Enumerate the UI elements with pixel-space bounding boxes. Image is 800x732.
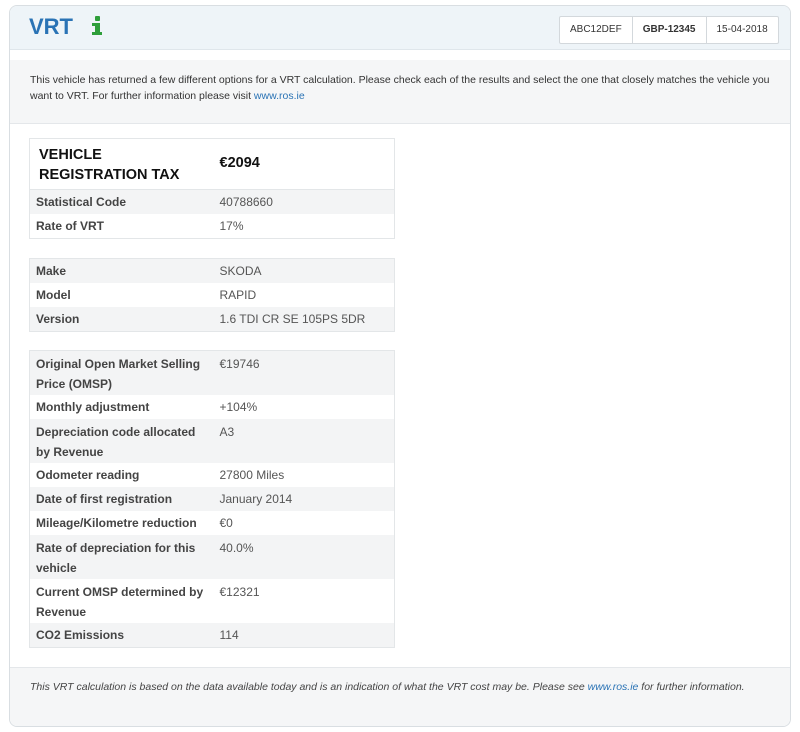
info-icon[interactable] <box>91 15 103 37</box>
row-value: SKODA <box>211 258 395 283</box>
row-value: 27800 Miles <box>211 462 395 487</box>
panel-header: VRT ABC12DEF GBP-12345 15-04-2018 <box>10 6 790 50</box>
row-key: Make <box>29 258 212 283</box>
tax-table: VEHICLE REGISTRATION TAX €2094 Statistic… <box>29 138 395 239</box>
table-row: Rate of depreciation for this vehicle 40… <box>29 534 395 579</box>
row-key: Version <box>29 307 212 332</box>
table-row: Make SKODA <box>29 258 395 283</box>
intro-text: This vehicle has returned a few differen… <box>30 74 770 102</box>
row-value: 17% <box>211 214 395 239</box>
row-key: Model <box>29 283 212 307</box>
table-row: Depreciation code allocated by Revenue A… <box>29 418 395 463</box>
intro-message: This vehicle has returned a few differen… <box>10 60 790 124</box>
date-badge: 15-04-2018 <box>716 24 768 35</box>
tax-label: VEHICLE REGISTRATION TAX <box>39 147 180 183</box>
row-value: €0 <box>211 510 395 535</box>
table-row: CO2 Emissions 114 <box>29 622 395 647</box>
footer-text: This VRT calculation is based on the dat… <box>30 681 588 693</box>
ros-link[interactable]: www.ros.ie <box>254 90 305 102</box>
disclaimer-footer: This VRT calculation is based on the dat… <box>10 667 790 726</box>
row-value: January 2014 <box>211 486 395 511</box>
row-key: Statistical Code <box>29 189 212 214</box>
row-value: 1.6 TDI CR SE 105PS 5DR <box>211 307 395 332</box>
table-row: Original Open Market Selling Price (OMSP… <box>29 350 395 395</box>
row-value: 114 <box>211 622 395 647</box>
row-key: Original Open Market Selling Price (OMSP… <box>29 350 212 395</box>
table-row: Date of first registration January 2014 <box>29 486 395 511</box>
footer-ros-link[interactable]: www.ros.ie <box>588 681 639 693</box>
reference-badge: GBP-12345 <box>633 17 707 43</box>
page-title: VRT <box>29 14 73 39</box>
row-value: 40.0% <box>211 534 395 579</box>
table-row: Current OMSP determined by Revenue €1232… <box>29 578 395 623</box>
row-key: CO2 Emissions <box>29 622 212 647</box>
calculation-table: Original Open Market Selling Price (OMSP… <box>29 350 395 648</box>
row-key: Date of first registration <box>29 486 212 511</box>
table-row: Statistical Code 40788660 <box>29 189 395 214</box>
row-key: Odometer reading <box>29 462 212 487</box>
row-value: €12321 <box>211 578 395 623</box>
table-row: Model RAPID <box>29 283 395 307</box>
registration-number-badge: ABC12DEF <box>560 17 633 43</box>
row-value: +104% <box>211 394 395 419</box>
row-key: Depreciation code allocated by Revenue <box>29 418 212 463</box>
tax-value: €2094 <box>219 155 260 171</box>
table-row: Rate of VRT 17% <box>29 214 395 239</box>
table-row: Monthly adjustment +104% <box>29 394 395 419</box>
row-key: Current OMSP determined by Revenue <box>29 578 212 623</box>
row-value: A3 <box>211 418 395 463</box>
registration-badges: ABC12DEF GBP-12345 15-04-2018 <box>559 16 779 44</box>
vrt-panel: VRT ABC12DEF GBP-12345 15-04-2018 This v… <box>9 5 791 727</box>
tax-header-row: VEHICLE REGISTRATION TAX €2094 <box>29 138 395 190</box>
row-key: Rate of depreciation for this vehicle <box>29 534 212 579</box>
row-key: Rate of VRT <box>29 214 212 239</box>
table-row: Version 1.6 TDI CR SE 105PS 5DR <box>29 307 395 332</box>
row-key: Mileage/Kilometre reduction <box>29 510 212 535</box>
table-row: Mileage/Kilometre reduction €0 <box>29 510 395 535</box>
table-row: Odometer reading 27800 Miles <box>29 462 395 487</box>
row-value: 40788660 <box>211 189 395 214</box>
row-key: Monthly adjustment <box>29 394 212 419</box>
row-value: €19746 <box>211 350 395 395</box>
row-value: RAPID <box>211 283 395 307</box>
vehicle-table: Make SKODA Model RAPID Version 1.6 TDI C… <box>29 258 395 332</box>
footer-text-end: for further information. <box>638 681 745 693</box>
